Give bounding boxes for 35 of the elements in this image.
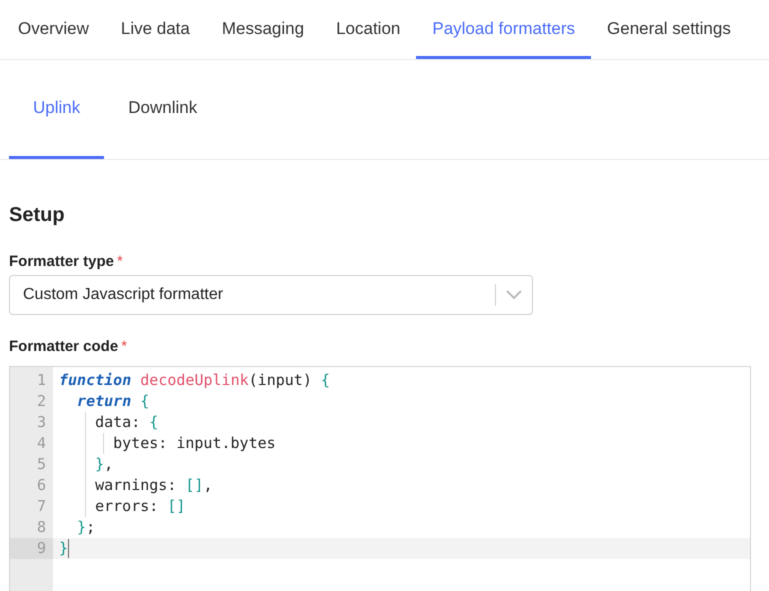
text-cursor (68, 539, 70, 558)
line-number: 3 (36, 413, 46, 431)
code-line: return { (77, 391, 150, 412)
line-number: 7 (36, 497, 46, 515)
tab[interactable]: Messaging (206, 0, 320, 59)
code-line: errors: [] (95, 496, 186, 517)
formatter-type-select[interactable]: Custom Javascript formatter (9, 275, 533, 315)
line-number: 1 (36, 371, 46, 389)
field-label: Formatter code (9, 336, 118, 357)
required-mark: * (117, 252, 123, 272)
tab[interactable]: Overview (2, 0, 105, 59)
tab[interactable]: Uplink (9, 60, 104, 159)
line-number: 6 (36, 476, 46, 494)
tab[interactable]: Downlink (104, 60, 222, 159)
tab[interactable]: Live data (104, 0, 206, 59)
tab[interactable]: Payload formatters (416, 0, 592, 59)
code-editor[interactable]: 1 2 3 4 5 6 7 8 9 function decodeUplink(input) { return { data: { bytes: input.bytes }, warnings: [], errors: [] }; } (9, 366, 751, 591)
line-number: 9 (36, 539, 46, 557)
line-number: 8 (36, 518, 46, 536)
code-line: } (59, 538, 68, 559)
tab[interactable]: General settings (591, 0, 747, 59)
line-number: 4 (36, 434, 46, 452)
code-line: warnings: [], (95, 475, 212, 496)
code-line: }; (77, 517, 96, 538)
code-line: }, (95, 454, 114, 475)
field-label: Formatter type (9, 252, 114, 272)
code-line: data: { (95, 412, 158, 433)
chevron-down-icon (506, 290, 522, 300)
line-number: 5 (36, 455, 46, 473)
tab[interactable]: Location (320, 0, 416, 59)
code-line: bytes: input.bytes (113, 433, 276, 454)
code-line: function decodeUplink(input) { (59, 370, 330, 391)
line-number: 2 (36, 392, 46, 410)
required-mark: * (121, 336, 128, 357)
section-title: Setup (9, 203, 65, 228)
